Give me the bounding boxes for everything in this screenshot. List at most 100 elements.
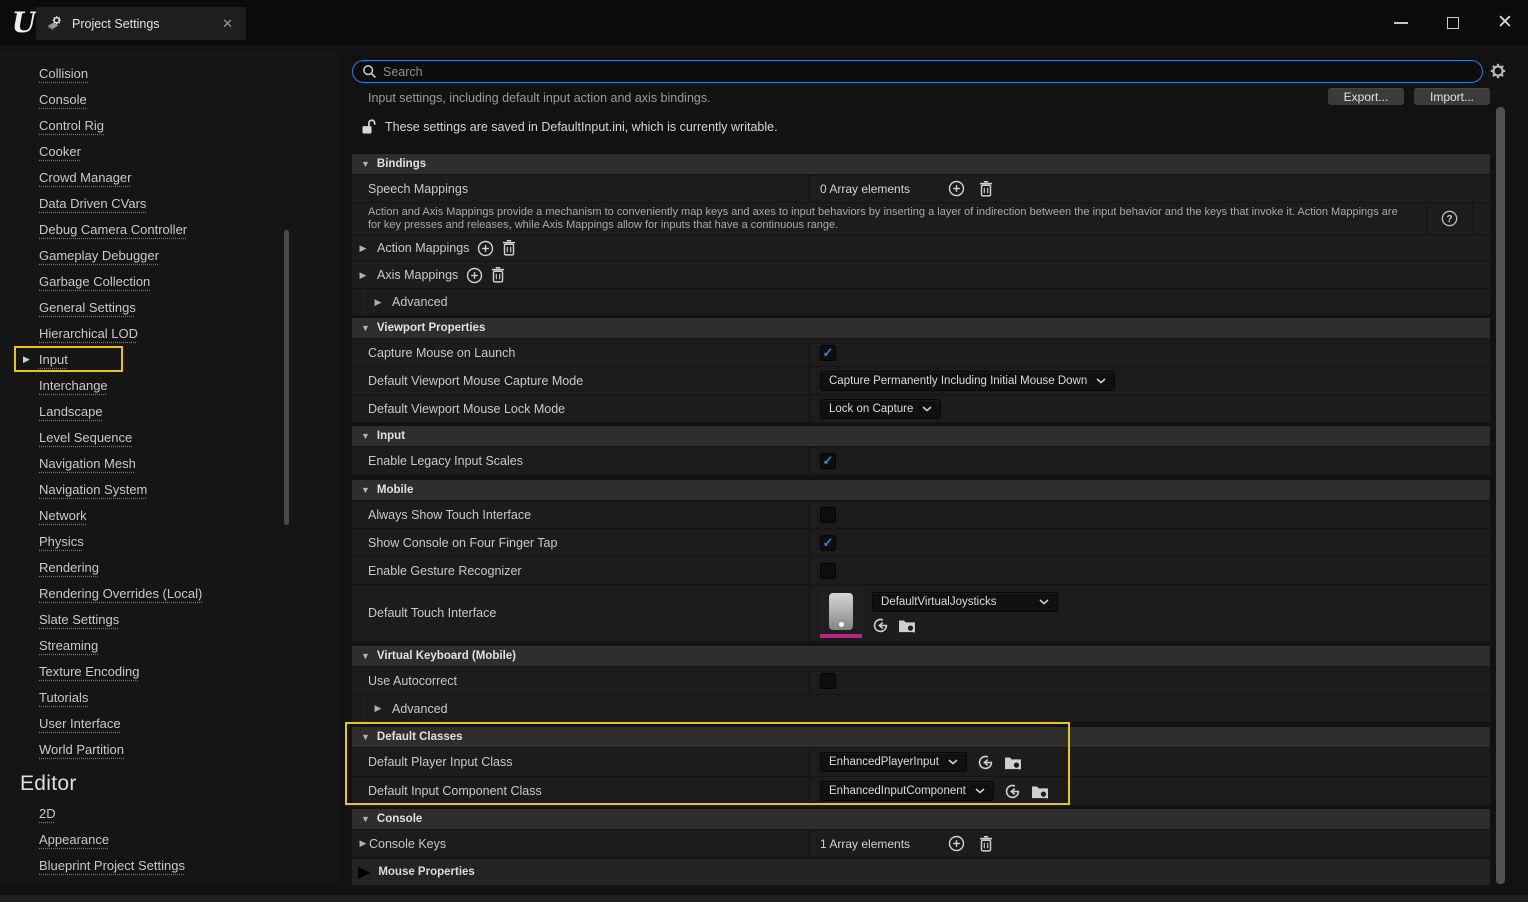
- sidebar-item-blueprint-project-settings[interactable]: ▶Blueprint Project Settings: [0, 852, 340, 878]
- browse-to-asset-icon[interactable]: [1031, 784, 1049, 799]
- checkbox[interactable]: [820, 507, 836, 523]
- section-header-mobile[interactable]: ▼ Mobile: [352, 480, 1490, 501]
- sidebar-item-appearance[interactable]: ▶Appearance: [0, 826, 340, 852]
- sidebar-scrollbar[interactable]: [284, 230, 289, 525]
- use-selected-asset-icon[interactable]: [977, 754, 994, 771]
- sidebar-item-navigation-system[interactable]: ▶Navigation System: [0, 476, 340, 502]
- checkbox[interactable]: [820, 453, 836, 469]
- add-element-icon[interactable]: [948, 180, 965, 197]
- sidebar-item-rendering[interactable]: ▶Rendering: [0, 554, 340, 580]
- browse-to-asset-icon[interactable]: [1004, 755, 1022, 770]
- sidebar-item-label: Slate Settings: [39, 612, 119, 627]
- expand-arrow-icon[interactable]: ▶: [372, 703, 384, 714]
- sidebar-item-landscape[interactable]: ▶Landscape: [0, 398, 340, 424]
- import-button[interactable]: Import...: [1414, 88, 1490, 105]
- expand-arrow-icon[interactable]: ▶: [357, 838, 369, 849]
- sidebar-item-garbage-collection[interactable]: ▶Garbage Collection: [0, 268, 340, 294]
- sidebar-item-data-driven-cvars[interactable]: ▶Data Driven CVars: [0, 190, 340, 216]
- sidebar-item-gameplay-debugger[interactable]: ▶Gameplay Debugger: [0, 242, 340, 268]
- use-selected-asset-icon[interactable]: [872, 617, 889, 634]
- help-icon[interactable]: [1441, 210, 1458, 227]
- touch-interface-dropdown[interactable]: DefaultVirtualJoysticks: [872, 592, 1058, 612]
- row-virtual-keyboard-advanced[interactable]: ▶ Advanced: [352, 695, 1490, 723]
- sidebar-item-user-interface[interactable]: ▶User Interface: [0, 710, 340, 736]
- clear-array-icon[interactable]: [502, 240, 516, 256]
- sidebar-item-hierarchical-lod[interactable]: ▶Hierarchical LOD: [0, 320, 340, 346]
- checkbox[interactable]: [820, 673, 836, 689]
- clear-array-icon[interactable]: [491, 267, 505, 283]
- maximize-button[interactable]: [1440, 10, 1466, 36]
- sidebar-item-label: Navigation System: [39, 482, 147, 497]
- main-scrollbar[interactable]: [1496, 107, 1505, 884]
- settings-gear-icon[interactable]: [1489, 62, 1507, 80]
- section-header-mouse-properties[interactable]: ▶ Mouse Properties: [352, 859, 1490, 886]
- sidebar-item-input[interactable]: ▶Input: [14, 346, 123, 372]
- expand-arrow-icon[interactable]: ▶: [357, 270, 369, 281]
- search-input[interactable]: [383, 65, 1473, 79]
- lock-mode-dropdown[interactable]: Lock on Capture: [820, 399, 941, 419]
- checkbox[interactable]: [820, 345, 836, 361]
- player-input-class-dropdown[interactable]: EnhancedPlayerInput: [820, 752, 967, 772]
- sidebar-item-streaming[interactable]: ▶Streaming: [0, 632, 340, 658]
- property-label: Enable Legacy Input Scales: [352, 447, 810, 475]
- section-header-console[interactable]: ▼ Console: [352, 809, 1490, 830]
- section-header-default-classes[interactable]: ▼ Default Classes: [352, 727, 1490, 748]
- sidebar-item-control-rig[interactable]: ▶Control Rig: [0, 112, 340, 138]
- sidebar-item-tutorials[interactable]: ▶Tutorials: [0, 684, 340, 710]
- checkbox[interactable]: [820, 535, 836, 551]
- sidebar-item-cooker[interactable]: ▶Cooker: [0, 138, 340, 164]
- sidebar-item-physics[interactable]: ▶Physics: [0, 528, 340, 554]
- checkbox[interactable]: [820, 563, 836, 579]
- expand-arrow-icon[interactable]: ▶: [372, 297, 384, 308]
- sidebar-item-world-partition[interactable]: ▶World Partition: [0, 736, 340, 762]
- expand-arrow-icon[interactable]: ▶: [357, 243, 369, 254]
- sidebar-item-interchange[interactable]: ▶Interchange: [0, 372, 340, 398]
- sidebar-item-debug-camera-controller[interactable]: ▶Debug Camera Controller: [0, 216, 340, 242]
- close-button[interactable]: ✕: [1492, 10, 1518, 36]
- section-header-bindings[interactable]: ▼ Bindings: [352, 154, 1490, 175]
- export-button[interactable]: Export...: [1328, 88, 1404, 105]
- input-component-class-dropdown[interactable]: EnhancedInputComponent: [820, 781, 994, 801]
- add-element-icon[interactable]: [466, 267, 483, 284]
- browse-to-asset-icon[interactable]: [898, 618, 916, 633]
- section-header-input[interactable]: ▼ Input: [352, 426, 1490, 447]
- capture-mode-dropdown[interactable]: Capture Permanently Including Initial Mo…: [820, 371, 1115, 391]
- sidebar-item-2d[interactable]: ▶2D: [0, 800, 340, 826]
- sidebar-item-console[interactable]: ▶Console: [0, 86, 340, 112]
- minimize-button[interactable]: [1388, 10, 1414, 36]
- sidebar-item-label: Data Driven CVars: [39, 196, 146, 211]
- add-element-icon[interactable]: [948, 835, 965, 852]
- sidebar-item-collision[interactable]: ▶Collision: [0, 60, 340, 86]
- add-element-icon[interactable]: [477, 240, 494, 257]
- row-default-player-input-class: Default Player Input Class EnhancedPlaye…: [352, 748, 1490, 777]
- array-count: 0 Array elements: [820, 182, 938, 196]
- collapse-triangle-icon: ▼: [361, 485, 370, 495]
- sidebar-item-network[interactable]: ▶Network: [0, 502, 340, 528]
- tab-project-settings[interactable]: Project Settings ✕: [36, 7, 246, 40]
- section-title: Bindings: [377, 158, 426, 170]
- sidebar-item-label: Crowd Manager: [39, 170, 132, 185]
- tab-title: Project Settings: [72, 17, 160, 31]
- row-bindings-description: Action and Axis Mappings provide a mecha…: [352, 203, 1490, 235]
- sidebar-item-texture-encoding[interactable]: ▶Texture Encoding: [0, 658, 340, 684]
- clear-array-icon[interactable]: [979, 836, 993, 852]
- use-selected-asset-icon[interactable]: [1004, 783, 1021, 800]
- clear-array-icon[interactable]: [979, 181, 993, 197]
- property-label: Always Show Touch Interface: [352, 501, 810, 528]
- row-enable-legacy-input-scales: Enable Legacy Input Scales: [352, 447, 1490, 476]
- unlocked-padlock-icon: [361, 118, 376, 135]
- sidebar-item-label: User Interface: [39, 716, 121, 731]
- row-bindings-advanced[interactable]: ▶ Advanced: [352, 289, 1490, 316]
- sidebar-item-crowd-manager[interactable]: ▶Crowd Manager: [0, 164, 340, 190]
- section-header-virtual-keyboard[interactable]: ▼ Virtual Keyboard (Mobile): [352, 646, 1490, 667]
- sidebar-item-rendering-overrides-local[interactable]: ▶Rendering Overrides (Local): [0, 580, 340, 606]
- sidebar-item-level-sequence[interactable]: ▶Level Sequence: [0, 424, 340, 450]
- sidebar-item-navigation-mesh[interactable]: ▶Navigation Mesh: [0, 450, 340, 476]
- sidebar-item-general-settings[interactable]: ▶General Settings: [0, 294, 340, 320]
- tab-close-icon[interactable]: ✕: [219, 16, 236, 32]
- sidebar-item-slate-settings[interactable]: ▶Slate Settings: [0, 606, 340, 632]
- touch-interface-thumbnail[interactable]: [820, 588, 862, 638]
- row-action-mappings[interactable]: ▶ Action Mappings: [352, 235, 1490, 262]
- row-axis-mappings[interactable]: ▶ Axis Mappings: [352, 262, 1490, 289]
- section-header-viewport-properties[interactable]: ▼ Viewport Properties: [352, 318, 1490, 339]
